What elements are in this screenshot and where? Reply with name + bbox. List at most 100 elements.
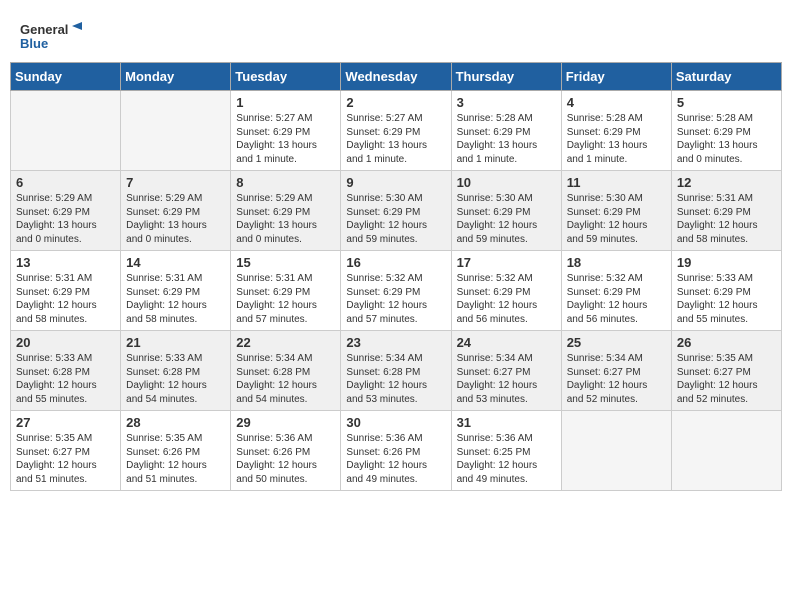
day-info: Sunrise: 5:30 AM Sunset: 6:29 PM Dayligh…	[346, 192, 445, 246]
day-info: Sunrise: 5:34 AM Sunset: 6:28 PM Dayligh…	[346, 352, 445, 406]
calendar-cell: 5Sunrise: 5:28 AM Sunset: 6:29 PM Daylig…	[671, 91, 781, 171]
svg-text:General: General	[20, 22, 68, 37]
calendar-week-row: 13 Sunrise: 5:31 AM Sunset: 6:29 PM Dayli…	[11, 251, 782, 331]
calendar-cell: 4 Sunrise: 5:28 AM Sunset: 6:29 PM Daylig…	[561, 91, 671, 171]
calendar-cell: 12 Sunrise: 5:31 AM Sunset: 6:29 PM Dayli…	[671, 171, 781, 251]
calendar-cell: 26 Sunrise: 5:35 AM Sunset: 6:27 PM Dayli…	[671, 331, 781, 411]
day-number: 23	[346, 335, 445, 350]
day-number: 17	[457, 255, 556, 270]
page-header: General Blue	[10, 10, 782, 57]
calendar-cell: 7 Sunrise: 5:29 AM Sunset: 6:29 PM Daylig…	[121, 171, 231, 251]
calendar-cell: 29Sunrise: 5:36 AM Sunset: 6:26 PM Dayli…	[231, 411, 341, 491]
day-number: 5	[677, 95, 776, 110]
calendar-cell: 18Sunrise: 5:32 AM Sunset: 6:29 PM Dayli…	[561, 251, 671, 331]
day-number: 14	[126, 255, 225, 270]
day-info: Sunrise: 5:34 AM Sunset: 6:28 PM Dayligh…	[236, 352, 335, 406]
calendar-cell	[11, 91, 121, 171]
day-number: 6	[16, 175, 115, 190]
day-number: 11	[567, 175, 666, 190]
day-number: 13	[16, 255, 115, 270]
calendar-cell: 13 Sunrise: 5:31 AM Sunset: 6:29 PM Dayli…	[11, 251, 121, 331]
calendar-cell: 6 Sunrise: 5:29 AM Sunset: 6:29 PM Daylig…	[11, 171, 121, 251]
day-number: 29	[236, 415, 335, 430]
calendar-cell: 8Sunrise: 5:29 AM Sunset: 6:29 PM Daylig…	[231, 171, 341, 251]
calendar-cell: 25 Sunrise: 5:34 AM Sunset: 6:27 PM Dayli…	[561, 331, 671, 411]
day-info: Sunrise: 5:28 AM Sunset: 6:29 PM Dayligh…	[567, 112, 666, 166]
day-info: Sunrise: 5:33 AM Sunset: 6:28 PM Dayligh…	[16, 352, 115, 406]
day-number: 12	[677, 175, 776, 190]
day-info: Sunrise: 5:31 AM Sunset: 6:29 PM Dayligh…	[677, 192, 776, 246]
day-number: 22	[236, 335, 335, 350]
day-number: 24	[457, 335, 556, 350]
day-info: Sunrise: 5:28 AM Sunset: 6:29 PM Dayligh…	[457, 112, 556, 166]
day-number: 30	[346, 415, 445, 430]
day-number: 27	[16, 415, 115, 430]
calendar-cell: 30 Sunrise: 5:36 AM Sunset: 6:26 PM Dayli…	[341, 411, 451, 491]
day-number: 1	[236, 95, 335, 110]
day-info: Sunrise: 5:31 AM Sunset: 6:29 PM Dayligh…	[236, 272, 335, 326]
day-info: Sunrise: 5:31 AM Sunset: 6:29 PM Dayligh…	[16, 272, 115, 326]
calendar-cell: 19 Sunrise: 5:33 AM Sunset: 6:29 PM Dayli…	[671, 251, 781, 331]
day-info: Sunrise: 5:35 AM Sunset: 6:26 PM Dayligh…	[126, 432, 225, 486]
day-number: 25	[567, 335, 666, 350]
day-number: 7	[126, 175, 225, 190]
day-info: Sunrise: 5:30 AM Sunset: 6:29 PM Dayligh…	[567, 192, 666, 246]
day-info: Sunrise: 5:30 AM Sunset: 6:29 PM Dayligh…	[457, 192, 556, 246]
day-info: Sunrise: 5:34 AM Sunset: 6:27 PM Dayligh…	[567, 352, 666, 406]
day-info: Sunrise: 5:32 AM Sunset: 6:29 PM Dayligh…	[567, 272, 666, 326]
calendar-cell: 3 Sunrise: 5:28 AM Sunset: 6:29 PM Daylig…	[451, 91, 561, 171]
calendar-cell: 15 Sunrise: 5:31 AM Sunset: 6:29 PM Dayli…	[231, 251, 341, 331]
day-info: Sunrise: 5:27 AM Sunset: 6:29 PM Dayligh…	[346, 112, 445, 166]
calendar-header-row: SundayMondayTuesdayWednesdayThursdayFrid…	[11, 63, 782, 91]
day-info: Sunrise: 5:36 AM Sunset: 6:25 PM Dayligh…	[457, 432, 556, 486]
day-number: 28	[126, 415, 225, 430]
calendar-cell: 14 Sunrise: 5:31 AM Sunset: 6:29 PM Dayli…	[121, 251, 231, 331]
calendar-cell	[561, 411, 671, 491]
day-info: Sunrise: 5:31 AM Sunset: 6:29 PM Dayligh…	[126, 272, 225, 326]
day-number: 15	[236, 255, 335, 270]
calendar-cell	[671, 411, 781, 491]
day-info: Sunrise: 5:35 AM Sunset: 6:27 PM Dayligh…	[16, 432, 115, 486]
day-info: Sunrise: 5:34 AM Sunset: 6:27 PM Dayligh…	[457, 352, 556, 406]
calendar-cell: 2 Sunrise: 5:27 AM Sunset: 6:29 PM Daylig…	[341, 91, 451, 171]
weekday-header-monday: Monday	[121, 63, 231, 91]
day-info: Sunrise: 5:33 AM Sunset: 6:28 PM Dayligh…	[126, 352, 225, 406]
day-number: 3	[457, 95, 556, 110]
day-number: 26	[677, 335, 776, 350]
calendar-cell: 22 Sunrise: 5:34 AM Sunset: 6:28 PM Dayli…	[231, 331, 341, 411]
weekday-header-wednesday: Wednesday	[341, 63, 451, 91]
day-number: 19	[677, 255, 776, 270]
day-info: Sunrise: 5:32 AM Sunset: 6:29 PM Dayligh…	[457, 272, 556, 326]
day-info: Sunrise: 5:32 AM Sunset: 6:29 PM Dayligh…	[346, 272, 445, 326]
weekday-header-saturday: Saturday	[671, 63, 781, 91]
logo: General Blue	[20, 20, 85, 52]
day-number: 21	[126, 335, 225, 350]
day-number: 20	[16, 335, 115, 350]
logo-icon: General Blue	[20, 20, 85, 52]
day-number: 16	[346, 255, 445, 270]
calendar-cell: 1Sunrise: 5:27 AM Sunset: 6:29 PM Daylig…	[231, 91, 341, 171]
day-number: 4	[567, 95, 666, 110]
day-info: Sunrise: 5:29 AM Sunset: 6:29 PM Dayligh…	[126, 192, 225, 246]
day-number: 9	[346, 175, 445, 190]
calendar-cell: 11 Sunrise: 5:30 AM Sunset: 6:29 PM Dayli…	[561, 171, 671, 251]
weekday-header-tuesday: Tuesday	[231, 63, 341, 91]
calendar-cell: 31 Sunrise: 5:36 AM Sunset: 6:25 PM Dayli…	[451, 411, 561, 491]
calendar-cell: 9 Sunrise: 5:30 AM Sunset: 6:29 PM Daylig…	[341, 171, 451, 251]
calendar-cell: 28 Sunrise: 5:35 AM Sunset: 6:26 PM Dayli…	[121, 411, 231, 491]
calendar-week-row: 6 Sunrise: 5:29 AM Sunset: 6:29 PM Daylig…	[11, 171, 782, 251]
calendar-cell: 17 Sunrise: 5:32 AM Sunset: 6:29 PM Dayli…	[451, 251, 561, 331]
calendar-cell: 23 Sunrise: 5:34 AM Sunset: 6:28 PM Dayli…	[341, 331, 451, 411]
day-info: Sunrise: 5:29 AM Sunset: 6:29 PM Dayligh…	[16, 192, 115, 246]
day-info: Sunrise: 5:36 AM Sunset: 6:26 PM Dayligh…	[346, 432, 445, 486]
calendar-cell: 24 Sunrise: 5:34 AM Sunset: 6:27 PM Dayli…	[451, 331, 561, 411]
calendar-cell: 27 Sunrise: 5:35 AM Sunset: 6:27 PM Dayli…	[11, 411, 121, 491]
day-info: Sunrise: 5:33 AM Sunset: 6:29 PM Dayligh…	[677, 272, 776, 326]
calendar-cell	[121, 91, 231, 171]
weekday-header-thursday: Thursday	[451, 63, 561, 91]
day-info: Sunrise: 5:35 AM Sunset: 6:27 PM Dayligh…	[677, 352, 776, 406]
calendar-table: SundayMondayTuesdayWednesdayThursdayFrid…	[10, 62, 782, 491]
day-number: 31	[457, 415, 556, 430]
day-number: 2	[346, 95, 445, 110]
weekday-header-sunday: Sunday	[11, 63, 121, 91]
